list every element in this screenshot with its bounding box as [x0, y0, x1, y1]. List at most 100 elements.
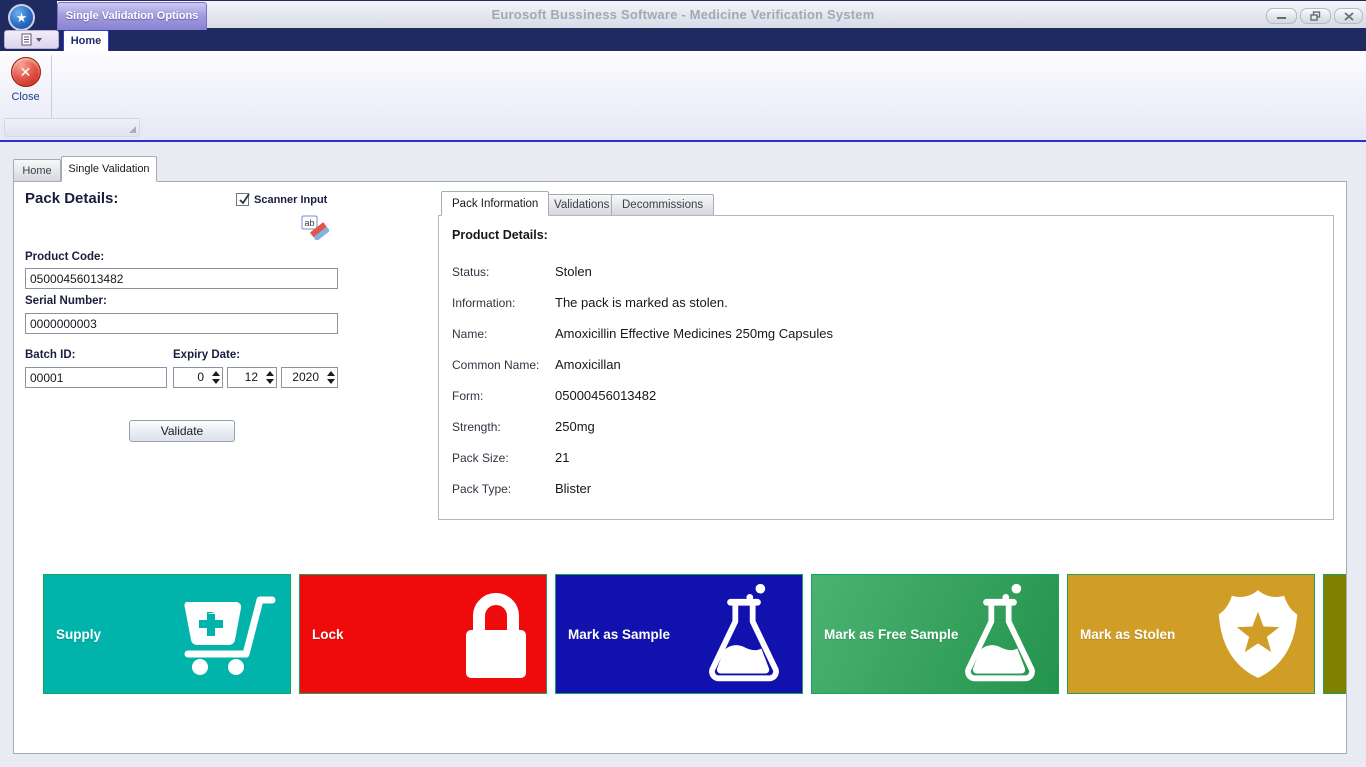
detail-value: Blister	[555, 481, 591, 496]
action-label: Supply	[56, 627, 101, 642]
detail-row-strength: Strength: 250mg	[452, 411, 1333, 442]
scanner-input-checkbox-row[interactable]: Scanner Input	[236, 193, 327, 206]
clear-fields-eraser-icon[interactable]: ab	[301, 215, 329, 240]
product-code-label: Product Code:	[25, 251, 104, 263]
clipped-action-button[interactable]	[1323, 574, 1347, 694]
close-orb-icon: ✕	[11, 57, 41, 87]
mark-as-stolen-button[interactable]: Mark as Stolen	[1067, 574, 1315, 694]
document-icon	[21, 33, 33, 46]
ribbon-tab-band	[0, 28, 1366, 51]
close-icon	[1344, 12, 1354, 21]
ribbon-group-footer	[4, 118, 140, 137]
scanner-input-checkbox[interactable]	[236, 193, 249, 206]
detail-value: Amoxicillin Effective Medicines 250mg Ca…	[555, 326, 833, 341]
spin-up-icon[interactable]	[327, 371, 335, 376]
padlock-icon	[460, 586, 532, 682]
action-label: Mark as Sample	[568, 627, 670, 642]
detail-row-name: Name: Amoxicillin Effective Medicines 25…	[452, 318, 1333, 349]
minimize-button[interactable]	[1266, 8, 1297, 24]
detail-row-form: Form: 05000456013482	[452, 380, 1333, 411]
batch-id-input[interactable]	[25, 367, 167, 388]
expiry-month-value: 12	[228, 368, 263, 387]
cart-plus-icon	[176, 590, 276, 678]
detail-value: 21	[555, 450, 569, 465]
expiry-year-value: 2020	[282, 368, 324, 387]
window-close-button[interactable]	[1334, 8, 1363, 24]
tab-single-validation[interactable]: Single Validation	[61, 156, 157, 182]
detail-label: Pack Type:	[452, 482, 555, 496]
main-area: Home Single Validation Pack Details: Sca…	[0, 142, 1366, 767]
minimize-icon	[1276, 12, 1287, 20]
pack-details-heading: Pack Details:	[25, 190, 118, 207]
detail-row-pack-size: Pack Size: 21	[452, 442, 1333, 473]
single-validation-page: Pack Details: Scanner Input ab Product C…	[13, 181, 1347, 754]
detail-row-information: Information: The pack is marked as stole…	[452, 287, 1333, 318]
spin-up-icon[interactable]	[266, 371, 274, 376]
detail-value: The pack is marked as stolen.	[555, 295, 728, 310]
restore-button[interactable]	[1300, 8, 1331, 24]
tab-pack-information[interactable]: Pack Information	[441, 191, 549, 216]
product-details-heading: Product Details:	[452, 228, 1333, 242]
expiry-month-spinner[interactable]: 12	[227, 367, 277, 388]
spinner-arrows[interactable]	[209, 368, 222, 387]
chevron-down-icon	[36, 38, 42, 42]
tab-home[interactable]: Home	[13, 159, 61, 182]
spinner-arrows[interactable]	[263, 368, 276, 387]
ribbon-tab-home[interactable]: Home	[63, 30, 109, 51]
star-icon: ★	[16, 10, 28, 25]
x-glyph: ✕	[20, 64, 32, 80]
ribbon: ✕ Close	[0, 51, 1366, 142]
supply-button[interactable]: Supply	[43, 574, 291, 694]
spin-up-icon[interactable]	[212, 371, 220, 376]
action-label: Mark as Free Sample	[824, 627, 958, 642]
serial-number-label: Serial Number:	[25, 295, 107, 307]
spin-down-icon[interactable]	[266, 379, 274, 384]
product-details-rows: Status: Stolen Information: The pack is …	[452, 256, 1333, 504]
product-code-input[interactable]	[25, 268, 338, 289]
detail-label: Form:	[452, 389, 555, 403]
detail-label: Pack Size:	[452, 451, 555, 465]
spin-down-icon[interactable]	[212, 379, 220, 384]
checkmark-icon	[237, 192, 252, 207]
serial-number-input[interactable]	[25, 313, 338, 334]
action-label: Mark as Stolen	[1080, 627, 1175, 642]
action-label: Lock	[312, 627, 344, 642]
tab-decommissions[interactable]: Decommissions	[611, 194, 714, 216]
batch-id-label: Batch ID:	[25, 349, 75, 361]
spin-down-icon[interactable]	[327, 379, 335, 384]
spinner-arrows[interactable]	[324, 368, 337, 387]
detail-label: Information:	[452, 296, 555, 310]
expiry-year-spinner[interactable]: 2020	[281, 367, 338, 388]
detail-row-status: Status: Stolen	[452, 256, 1333, 287]
contextual-tab-group-header: Single Validation Options	[57, 2, 207, 30]
flask-icon	[956, 581, 1044, 687]
svg-text:ab: ab	[304, 218, 314, 228]
detail-label: Strength:	[452, 420, 555, 434]
expiry-day-spinner[interactable]: 0	[173, 367, 223, 388]
detail-value: Amoxicillan	[555, 357, 621, 372]
detail-label: Status:	[452, 265, 555, 279]
restore-icon	[1310, 11, 1321, 21]
lock-button[interactable]: Lock	[299, 574, 547, 694]
detail-value: 250mg	[555, 419, 595, 434]
mark-as-free-sample-button[interactable]: Mark as Free Sample	[811, 574, 1059, 694]
detail-row-pack-type: Pack Type: Blister	[452, 473, 1333, 504]
expiry-date-label: Expiry Date:	[173, 349, 240, 361]
ribbon-close-button[interactable]: ✕ Close	[3, 55, 48, 115]
detail-value: Stolen	[555, 264, 592, 279]
action-button-row: Supply Lock Mark as	[43, 574, 1347, 694]
detail-value: 05000456013482	[555, 388, 656, 403]
flask-icon	[700, 581, 788, 687]
validate-button[interactable]: Validate	[129, 420, 235, 442]
expiry-day-value: 0	[174, 368, 209, 387]
detail-row-common-name: Common Name: Amoxicillan	[452, 349, 1333, 380]
mark-as-sample-button[interactable]: Mark as Sample	[555, 574, 803, 694]
tab-validations[interactable]: Validations	[543, 194, 620, 216]
pack-information-panel: Product Details: Status: Stolen Informat…	[438, 215, 1334, 520]
detail-label: Common Name:	[452, 358, 555, 372]
detail-label: Name:	[452, 327, 555, 341]
quick-access-toolbar-button[interactable]	[4, 30, 59, 49]
application-window: Eurosoft Bussiness Software - Medicine V…	[0, 0, 1366, 767]
application-menu-button[interactable]: ★	[8, 4, 35, 31]
shield-star-icon	[1216, 585, 1300, 683]
